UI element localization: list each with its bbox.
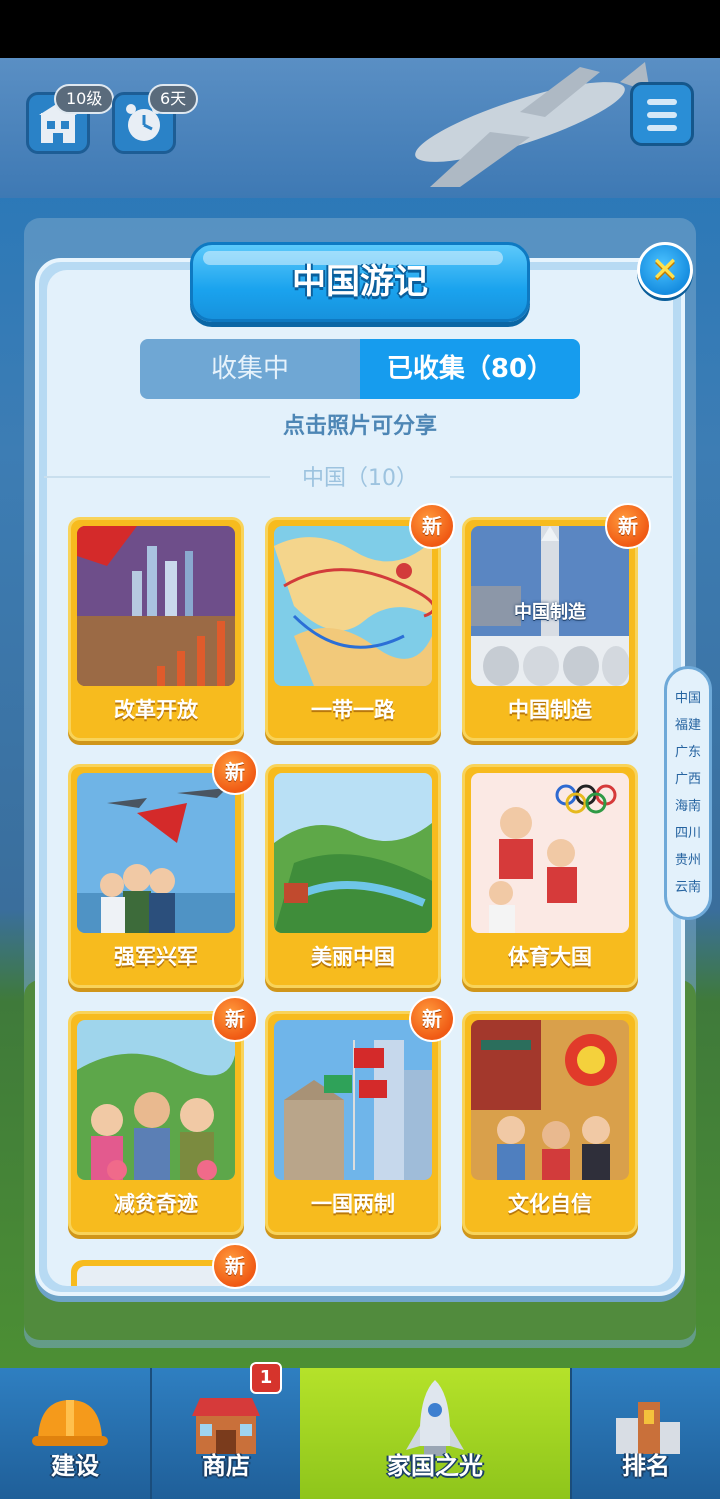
photo-card[interactable]: 减贫奇迹 (68, 1011, 244, 1235)
photo-card[interactable]: 一国两制 (265, 1011, 441, 1235)
card-label: 体育大国 (508, 945, 592, 969)
bottom-nav: 建设 商店 家国之光 排名 (0, 1368, 720, 1499)
new-badge: 新 (409, 996, 455, 1042)
photo-card[interactable]: 体育大国 (462, 764, 638, 988)
index-item-sichuan[interactable]: 四川 (667, 820, 709, 847)
index-item-yunnan[interactable]: 云南 (667, 874, 709, 901)
poverty-reduction-photo (77, 1020, 235, 1180)
tab-collecting[interactable]: 收集中 (140, 339, 360, 399)
section-title: 中国（10） (302, 466, 418, 491)
section-divider-left (44, 476, 270, 478)
one-country-two-systems-photo (274, 1020, 432, 1180)
tab-bar: 收集中 已收集（80） (140, 339, 580, 399)
section-divider-right (450, 476, 672, 478)
nav-label: 排名 (622, 1452, 670, 1480)
close-icon: ✕ (650, 250, 680, 290)
card-label: 中国制造 (508, 698, 592, 722)
dialog-title-ribbon: 中国游记 (190, 242, 530, 322)
hamburger-icon (647, 125, 677, 131)
reform-opening-photo (77, 526, 235, 686)
new-badge: 新 (409, 503, 455, 549)
beautiful-china-photo (274, 773, 432, 933)
share-hint: 点击照片可分享 (282, 414, 437, 439)
dialog-title: 中国游记 (292, 262, 428, 302)
card-label: 减贫奇迹 (114, 1192, 198, 1216)
photo-card[interactable]: 文化自信 (462, 1011, 638, 1235)
index-item-hainan[interactable]: 海南 (667, 793, 709, 820)
nav-label: 建设 (51, 1452, 99, 1480)
index-item-fujian[interactable]: 福建 (667, 712, 709, 739)
index-item-guangxi[interactable]: 广西 (667, 766, 709, 793)
card-label: 文化自信 (508, 1192, 592, 1216)
index-item-guizhou[interactable]: 贵州 (667, 847, 709, 874)
province-index: 中国 福建 广东 广西 海南 四川 贵州 云南 (664, 666, 712, 920)
card-label: 一带一路 (311, 698, 395, 722)
nav-label: 商店 (202, 1452, 250, 1480)
nav-home-light[interactable]: 家国之光 (300, 1368, 570, 1499)
card-label: 强军兴军 (114, 945, 198, 969)
cultural-confidence-photo (471, 1020, 629, 1180)
new-badge: 新 (605, 503, 651, 549)
menu-button[interactable] (630, 82, 694, 146)
tab-collected[interactable]: 已收集（80） (360, 339, 580, 399)
card-label: 改革开放 (114, 698, 198, 722)
close-button[interactable]: ✕ (637, 242, 693, 298)
airplane-decoration (415, 62, 650, 187)
new-badge: 新 (212, 749, 258, 795)
new-badge: 新 (212, 996, 258, 1042)
shop-notification-badge: 1 (250, 1362, 282, 1394)
photo-card[interactable]: 中国制造 中国制造 (462, 517, 638, 741)
index-item-china[interactable]: 中国 (667, 685, 709, 712)
belt-and-road-map-photo (274, 526, 432, 686)
photo-card[interactable]: 美丽中国 (265, 764, 441, 988)
card-label: 美丽中国 (311, 945, 395, 969)
military-photo (77, 773, 235, 933)
index-item-guangdong[interactable]: 广东 (667, 739, 709, 766)
nav-label: 家国之光 (387, 1452, 483, 1480)
nav-ranking[interactable]: 排名 (572, 1368, 720, 1499)
level-badge: 10级 (54, 84, 115, 114)
photo-card[interactable]: 改革开放 (68, 517, 244, 741)
status-bar (0, 0, 720, 58)
card-label: 一国两制 (311, 1192, 395, 1216)
hamburger-icon (647, 112, 677, 118)
photo-card[interactable]: 强军兴军 (68, 764, 244, 988)
new-badge: 新 (212, 1243, 258, 1289)
days-badge: 6天 (148, 84, 199, 114)
hamburger-icon (647, 99, 677, 105)
photo-overlay-text: 中国制造 (514, 602, 586, 623)
nav-build[interactable]: 建设 (0, 1368, 150, 1499)
sports-power-photo (471, 773, 629, 933)
photo-card[interactable]: 一带一路 (265, 517, 441, 741)
